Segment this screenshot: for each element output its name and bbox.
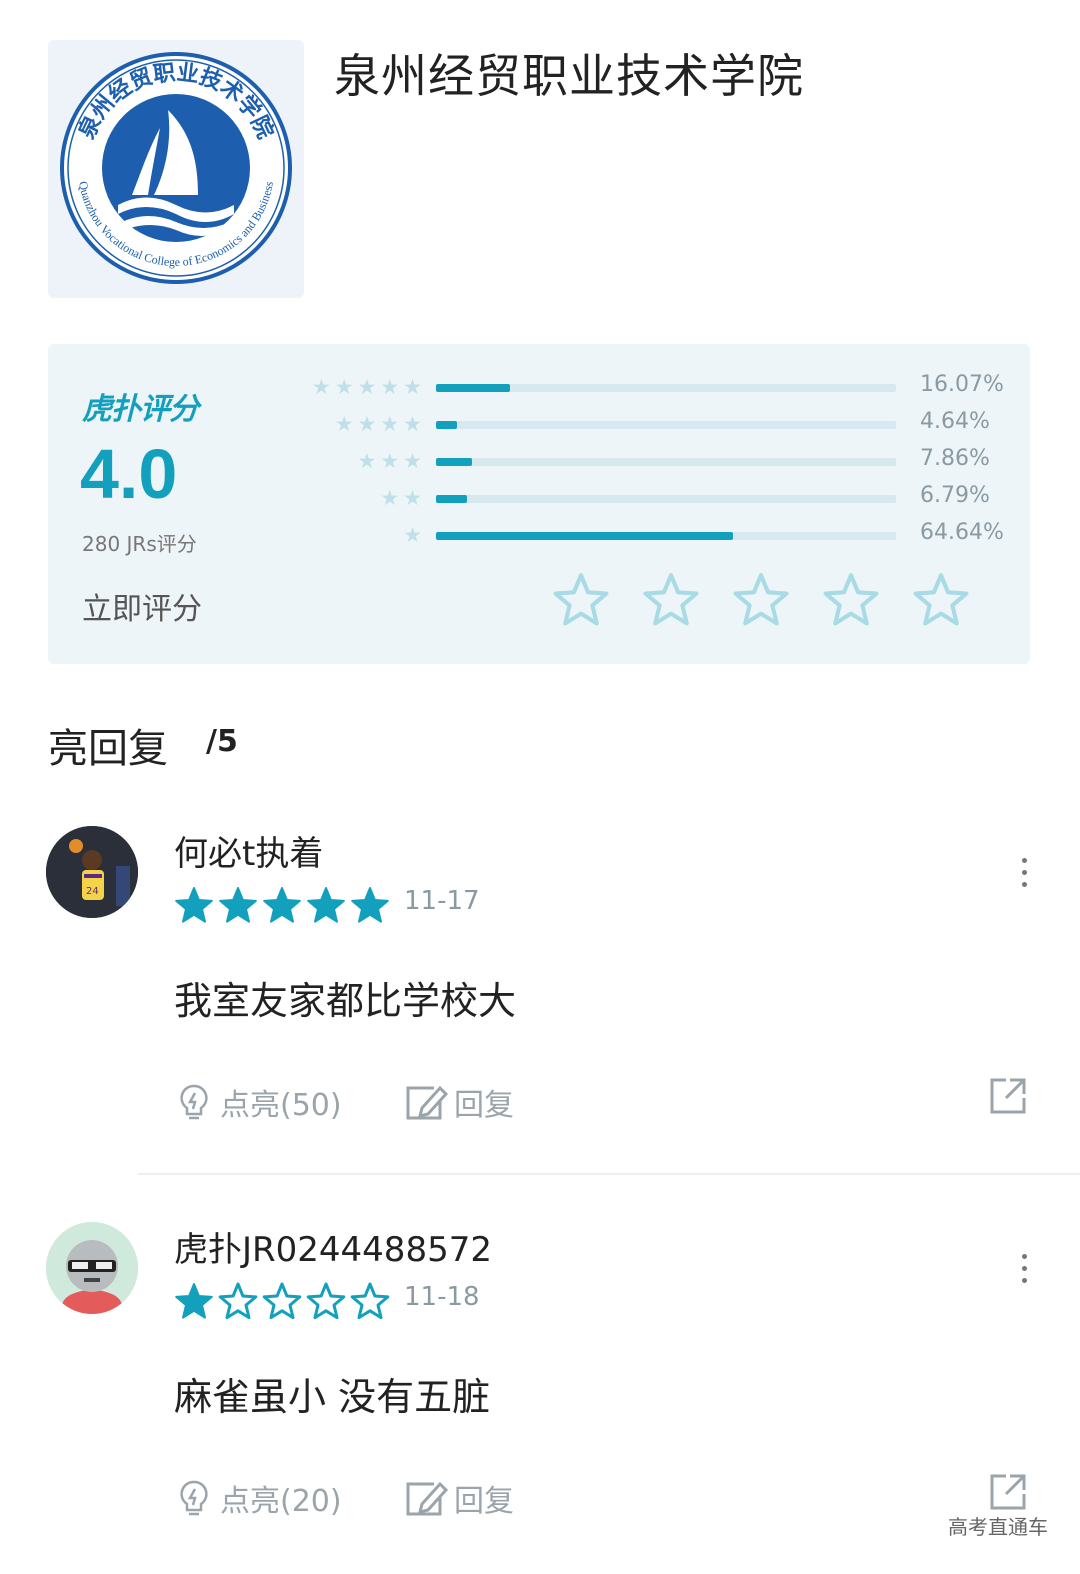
distribution-percent: 7.86% [920,446,990,471]
star-filled-icon [307,887,345,923]
comment-rating [174,886,390,924]
star-icon: ★ [311,375,331,399]
distribution-bar-track [436,532,896,540]
distribution-row-5-star: ★ ★ ★ ★ ★ 16.07% [48,372,1030,402]
star-filled-icon [263,887,301,923]
section-count: /5 [206,724,238,759]
rating-card: 虎扑评分 4.0 280 JRs评分 立即评分 ★ ★ ★ ★ ★ 16.07% ★ ★ ★ ★ 4… [48,344,1030,664]
like-button[interactable]: 点亮(20) [174,1476,342,1520]
svg-text:24: 24 [86,886,99,897]
share-button[interactable] [988,1076,1028,1116]
rate-star-3-icon[interactable] [732,572,790,628]
distribution-stars: ★ ★ ★ ★ ★ [312,376,422,398]
star-icon: ★ [357,375,377,399]
cartoon-sunglasses-avatar-icon[interactable] [46,1222,138,1314]
comment-rating [174,1282,390,1320]
section-title: 亮回复 [48,726,168,772]
star-icon: ★ [357,412,377,436]
reply-button[interactable]: 回复 [404,1476,514,1520]
distribution-stars: ★ ★ [380,487,422,509]
distribution-percent: 4.64% [920,409,990,434]
rate-star-4-icon[interactable] [822,572,880,628]
rate-now-label: 立即评分 [82,592,202,627]
star-outline-icon [350,1282,390,1320]
distribution-row-4-star: ★ ★ ★ ★ 4.64% [48,409,1030,439]
distribution-bar-fill [436,495,467,503]
lightbulb-icon [180,1084,208,1120]
star-outline-icon [306,1282,346,1320]
edit-icon [406,1481,448,1516]
edit-icon [406,1085,448,1120]
distribution-row-3-star: ★ ★ ★ 7.86% [48,446,1030,476]
distribution-bar-fill [436,421,457,429]
comment-username[interactable]: 虎扑JR0244488572 [174,1222,492,1271]
more-options-icon[interactable] [1012,1254,1036,1283]
rate-star-5-icon[interactable] [912,572,970,628]
star-filled-icon [219,887,257,923]
distribution-bar-fill [436,458,472,466]
comment-text: 麻雀虽小 没有五脏 [174,1375,491,1419]
distribution-percent: 16.07% [920,372,1004,397]
star-outline-icon [218,1282,258,1320]
rate-stars-input[interactable] [552,572,970,628]
star-icon: ★ [380,412,400,436]
star-icon: ★ [334,375,354,399]
rate-star-1-icon[interactable] [552,572,610,628]
share-icon [990,1474,1026,1510]
reply-label: 回复 [454,1484,514,1519]
star-icon: ★ [334,412,354,436]
basketball-player-avatar-icon[interactable]: 24 [46,826,138,918]
like-button[interactable]: 点亮(50) [174,1080,342,1124]
school-emblem-icon: 泉州经贸职业技术学院 Quanzhou Vocational College o… [60,52,292,284]
distribution-stars: ★ ★ ★ ★ [335,413,422,435]
star-icon: ★ [380,449,400,473]
comment-date: 11-17 [404,886,480,916]
distribution-bar-track [436,384,896,392]
distribution-stars: ★ [403,524,422,546]
like-label: 点亮(50) [220,1088,342,1123]
distribution-row-1-star: ★ 64.64% [48,520,1030,550]
comment-text: 我室友家都比学校大 [174,979,517,1023]
divider [138,1173,1080,1175]
star-icon: ★ [403,449,422,473]
star-filled-icon [175,887,213,923]
comment-username[interactable]: 何必t执着 [174,826,323,875]
distribution-percent: 64.64% [920,520,1004,545]
reply-button[interactable]: 回复 [404,1080,514,1124]
star-filled-icon [351,887,389,923]
share-button[interactable] [988,1472,1028,1512]
reply-label: 回复 [454,1088,514,1123]
distribution-bar-track [436,495,896,503]
star-icon: ★ [403,523,422,547]
page-title: 泉州经贸职业技术学院 [334,49,804,103]
star-outline-icon [262,1282,302,1320]
star-filled-icon [175,1283,213,1319]
distribution-bar-fill [436,532,733,540]
rate-star-2-icon[interactable] [642,572,700,628]
star-icon: ★ [403,486,422,510]
distribution-percent: 6.79% [920,483,990,508]
lightbulb-icon [180,1480,208,1516]
like-label: 点亮(20) [220,1484,342,1519]
distribution-bar-track [436,421,896,429]
comment-date: 11-18 [404,1282,480,1312]
distribution-bar-track [436,458,896,466]
distribution-bar-fill [436,384,510,392]
school-logo: 泉州经贸职业技术学院 Quanzhou Vocational College o… [48,40,304,298]
star-icon: ★ [403,375,422,399]
star-icon: ★ [380,486,400,510]
watermark: 高考直通车 [948,1515,1048,1539]
more-options-icon[interactable] [1012,858,1036,887]
distribution-row-2-star: ★ ★ 6.79% [48,483,1030,513]
share-icon [990,1078,1026,1114]
star-icon: ★ [403,412,422,436]
star-icon: ★ [357,449,377,473]
star-icon: ★ [380,375,400,399]
distribution-stars: ★ ★ ★ [358,450,422,472]
